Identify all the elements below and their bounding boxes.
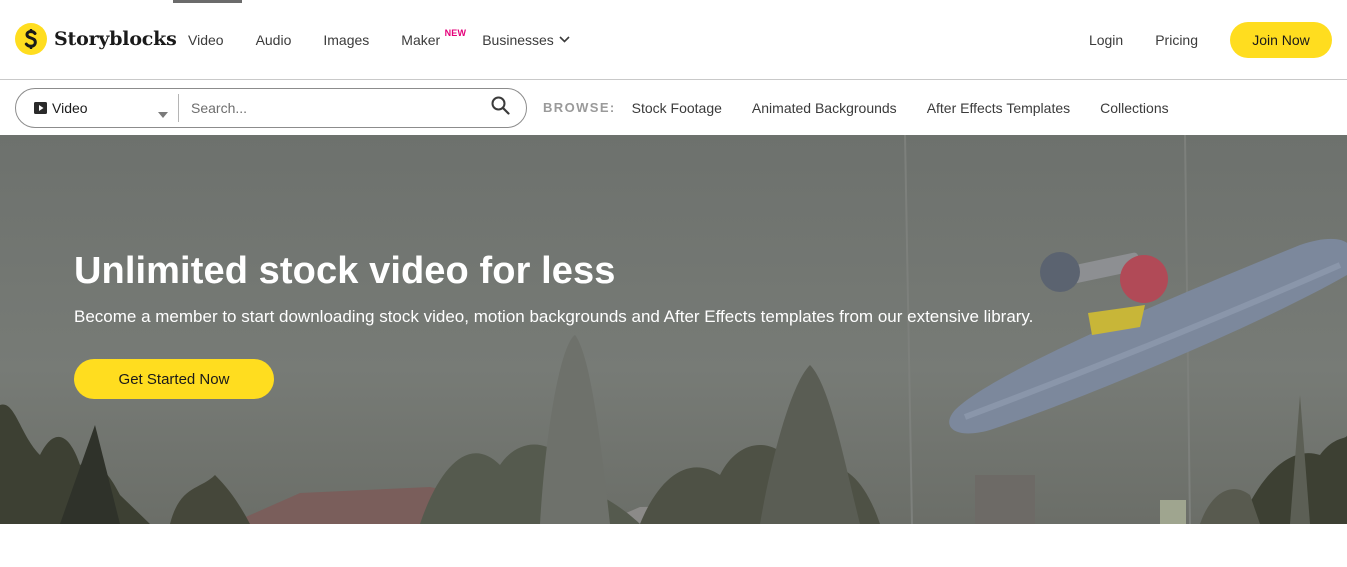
top-navigation: Storyblocks Video Audio Images Maker NEW… [0,0,1347,79]
search-button[interactable] [474,89,526,127]
nav-item-label: Audio [255,31,292,48]
browse-label: BROWSE: [543,100,616,115]
search-input[interactable] [179,89,474,127]
hero-subtitle: Become a member to start downloading sto… [74,307,1034,326]
content-type-label: Video [52,100,88,116]
new-badge: NEW [444,28,467,38]
nav-item-label: Images [323,31,370,48]
browse-link-animated-backgrounds[interactable]: Animated Backgrounds [752,100,897,116]
browse-link-stock-footage[interactable]: Stock Footage [632,100,722,116]
storyblocks-s-icon [15,23,47,55]
nav-item-video[interactable]: Video [173,0,240,79]
storyblocks-logo[interactable]: Storyblocks [15,23,177,55]
brand-name: Storyblocks [54,28,177,50]
nav-item-images[interactable]: Images [307,0,385,79]
pricing-link[interactable]: Pricing [1155,32,1198,48]
nav-item-label: Maker [401,31,441,48]
browse-links: BROWSE: Stock Footage Animated Backgroun… [543,80,1199,135]
nav-item-label: Businesses [482,31,554,48]
nav-item-businesses[interactable]: Businesses [466,0,586,79]
hero-banner: Unlimited stock video for less Become a … [0,135,1347,524]
browse-link-after-effects-templates[interactable]: After Effects Templates [927,100,1070,116]
hero-title: Unlimited stock video for less [74,250,616,292]
play-icon [34,102,47,114]
nav-item-maker[interactable]: Maker NEW [385,0,466,79]
content-type-select[interactable]: Video [16,89,178,127]
login-link[interactable]: Login [1089,32,1123,48]
search-row: Video BROWSE: Stock Footage Animated Bac… [0,80,1347,135]
chevron-down-icon [559,36,570,43]
search-box: Video [15,88,527,128]
main-nav: Video Audio Images Maker NEW Businesses [173,0,586,79]
browse-link-collections[interactable]: Collections [1100,100,1168,116]
magnifier-icon [491,96,510,120]
join-now-button[interactable]: Join Now [1230,21,1332,58]
hero-content: Unlimited stock video for less Become a … [74,249,1033,399]
account-nav: Login Pricing Join Now [1089,0,1332,79]
nav-item-audio[interactable]: Audio [240,0,308,79]
nav-item-label: Video [188,31,224,48]
get-started-button[interactable]: Get Started Now [74,359,274,399]
caret-down-icon [158,105,168,123]
